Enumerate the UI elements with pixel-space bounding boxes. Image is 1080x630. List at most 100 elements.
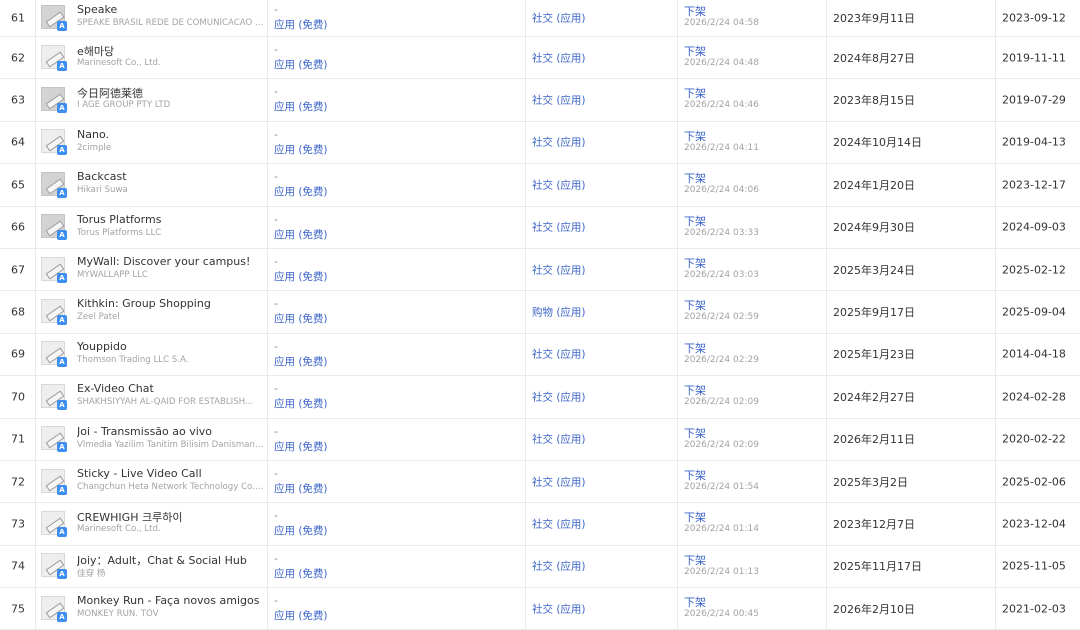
app-name-link[interactable]: Torus Platforms <box>77 213 265 226</box>
app-icon[interactable]: A <box>41 299 67 326</box>
table-row[interactable]: 74 A Joiy：Adult，Chat & Social Hub 佳穿 杨 -… <box>0 545 1080 589</box>
category-link[interactable]: 社交 (应用) <box>532 347 586 362</box>
status-link[interactable]: 下架 <box>684 382 706 398</box>
app-name-link[interactable]: Joiy：Adult，Chat & Social Hub <box>77 552 265 568</box>
price-type-link[interactable]: 应用 (免费) <box>274 396 328 411</box>
status-link[interactable]: 下架 <box>684 3 706 19</box>
app-name-link[interactable]: Speake <box>77 3 265 16</box>
app-icon[interactable]: A <box>41 129 67 156</box>
app-name-link[interactable]: Nano. <box>77 128 265 141</box>
category-link[interactable]: 社交 (应用) <box>532 93 586 108</box>
price-type-link[interactable]: 应用 (免费) <box>274 227 328 242</box>
price-type-link[interactable]: 应用 (免费) <box>274 184 328 199</box>
app-name-link[interactable]: Backcast <box>77 170 265 183</box>
category-link[interactable]: 社交 (应用) <box>532 601 586 616</box>
price-type-link[interactable]: 应用 (免费) <box>274 57 328 72</box>
rank-number: 62 <box>11 51 25 65</box>
table-row[interactable]: 61 A Speake SPEAKE BRASIL REDE DE COMUNI… <box>0 0 1080 37</box>
app-icon[interactable]: A <box>41 595 67 622</box>
app-icon[interactable]: A <box>41 214 67 241</box>
app-name-link[interactable]: 今日阿德莱德 <box>77 85 265 101</box>
table-row[interactable]: 69 A Youppido Thomson Trading LLC S.A. -… <box>0 333 1080 377</box>
column-divider <box>826 376 827 418</box>
status-link[interactable]: 下架 <box>684 509 706 525</box>
app-icon[interactable]: A <box>41 341 67 368</box>
category-link[interactable]: 购物 (应用) <box>532 305 586 320</box>
table-row[interactable]: 67 A MyWall: Discover your campus! MYWAL… <box>0 248 1080 292</box>
price-type-link[interactable]: 应用 (免费) <box>274 354 328 369</box>
app-icon[interactable]: A <box>41 44 67 71</box>
table-row[interactable]: 64 A Nano. 2cimple - 应用 (免费) 社交 (应用) 下架 … <box>0 121 1080 165</box>
table-row[interactable]: 70 A Ex-Video Chat SHAKHSIYYAH AL-QAID F… <box>0 376 1080 419</box>
category-link[interactable]: 社交 (应用) <box>532 262 586 277</box>
category-link[interactable]: 社交 (应用) <box>532 516 586 531</box>
app-name-link[interactable]: Ex-Video Chat <box>77 382 265 395</box>
app-name-link[interactable]: Youppido <box>77 340 265 353</box>
price-dash: - <box>274 297 278 311</box>
app-name-link[interactable]: Sticky - Live Video Call <box>77 467 265 480</box>
price-type-link[interactable]: 应用 (免费) <box>274 17 328 32</box>
app-icon[interactable]: A <box>41 87 67 114</box>
category-link[interactable]: 社交 (应用) <box>532 389 586 404</box>
category-link[interactable]: 社交 (应用) <box>532 474 586 489</box>
app-icon[interactable]: A <box>41 256 67 283</box>
status-link[interactable]: 下架 <box>684 255 706 271</box>
table-row[interactable]: 66 A Torus Platforms Torus Platforms LLC… <box>0 206 1080 249</box>
app-icon[interactable]: A <box>41 426 67 453</box>
status-link[interactable]: 下架 <box>684 297 706 313</box>
category-link[interactable]: 社交 (应用) <box>532 135 586 150</box>
category-link[interactable]: 社交 (应用) <box>532 220 586 235</box>
price-type-link[interactable]: 应用 (免费) <box>274 311 328 326</box>
column-divider <box>826 588 827 630</box>
column-divider <box>267 333 268 376</box>
category-link[interactable]: 社交 (应用) <box>532 432 586 447</box>
app-name-link[interactable]: MyWall: Discover your campus! <box>77 255 265 268</box>
app-icon[interactable]: A <box>41 5 67 31</box>
price-type-link[interactable]: 应用 (免费) <box>274 608 328 623</box>
price-type-link[interactable]: 应用 (免费) <box>274 142 328 157</box>
app-name-link[interactable]: Kithkin: Group Shopping <box>77 297 265 310</box>
app-name-link[interactable]: CREWHIGH 크루하이 <box>77 509 265 525</box>
status-link[interactable]: 下架 <box>684 128 706 144</box>
status-link[interactable]: 下架 <box>684 43 706 59</box>
status-link[interactable]: 下架 <box>684 170 706 186</box>
price-type-link[interactable]: 应用 (免费) <box>274 269 328 284</box>
status-link[interactable]: 下架 <box>684 425 706 441</box>
app-icon[interactable]: A <box>41 468 67 495</box>
status-link[interactable]: 下架 <box>684 467 706 483</box>
status-link[interactable]: 下架 <box>684 85 706 101</box>
app-name-link[interactable]: e해마당 <box>77 43 265 59</box>
app-name-link[interactable]: Monkey Run - Faça novos amigos <box>77 594 265 607</box>
table-row[interactable]: 75 A Monkey Run - Faça novos amigos MONK… <box>0 588 1080 630</box>
category-link[interactable]: 社交 (应用) <box>532 11 586 26</box>
column-divider <box>995 376 996 418</box>
app-icon[interactable]: A <box>41 383 67 410</box>
app-icon[interactable]: A <box>41 553 67 580</box>
status-link[interactable]: 下架 <box>684 552 706 568</box>
status-link[interactable]: 下架 <box>684 213 706 229</box>
table-row[interactable]: 62 A e해마당 Marinesoft Co., Ltd. - 应用 (免费)… <box>0 37 1080 80</box>
price-type-link[interactable]: 应用 (免费) <box>274 523 328 538</box>
table-row[interactable]: 63 A 今日阿德莱德 I AGE GROUP PTY LTD - 应用 (免费… <box>0 79 1080 122</box>
price-type-link[interactable]: 应用 (免费) <box>274 99 328 114</box>
category-link[interactable]: 社交 (应用) <box>532 50 586 65</box>
price-type-link[interactable]: 应用 (免费) <box>274 439 328 454</box>
table-row[interactable]: 73 A CREWHIGH 크루하이 Marinesoft Co., Ltd. … <box>0 503 1080 546</box>
app-name-link[interactable]: Joi - Transmissão ao vivo <box>77 425 265 438</box>
category-link[interactable]: 社交 (应用) <box>532 559 586 574</box>
rank-number: 75 <box>11 602 25 616</box>
table-row[interactable]: 71 A Joi - Transmissão ao vivo Vlmedia Y… <box>0 418 1080 461</box>
table-row[interactable]: 65 A Backcast Hikari Suwa - 应用 (免费) 社交 (… <box>0 164 1080 207</box>
category-link[interactable]: 社交 (应用) <box>532 177 586 192</box>
app-icon[interactable]: A <box>41 510 67 537</box>
price-type-link[interactable]: 应用 (免费) <box>274 566 328 581</box>
price-type-link[interactable]: 应用 (免费) <box>274 481 328 496</box>
developer-name: MYWALLAPP LLC <box>77 269 148 280</box>
price-dash: - <box>274 594 278 608</box>
app-icon[interactable]: A <box>41 171 67 198</box>
status-link[interactable]: 下架 <box>684 594 706 610</box>
table-row[interactable]: 72 A Sticky - Live Video Call Changchun … <box>0 460 1080 504</box>
status-link[interactable]: 下架 <box>684 340 706 356</box>
status-timestamp: 2026/2/24 04:58 <box>684 18 759 28</box>
table-row[interactable]: 68 A Kithkin: Group Shopping Zeel Patel … <box>0 291 1080 334</box>
